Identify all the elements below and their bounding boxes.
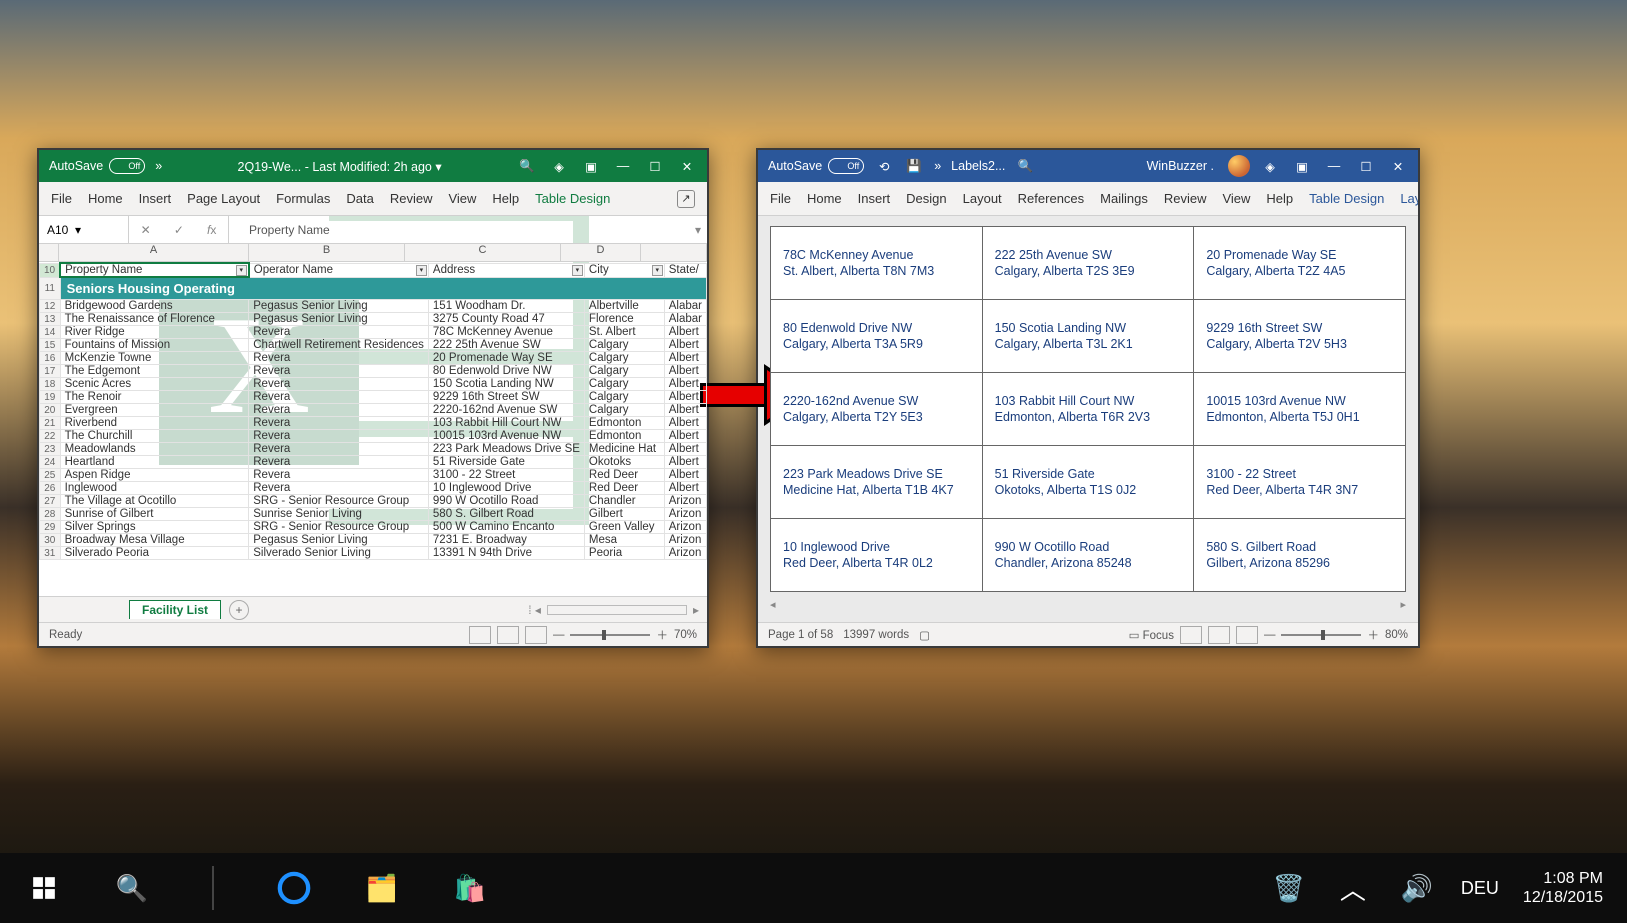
quick-access-more[interactable]: » <box>934 159 941 173</box>
tab-home[interactable]: Home <box>807 191 842 206</box>
quick-access-more[interactable]: » <box>155 159 162 173</box>
autosave-toggle[interactable]: AutoSave Off <box>49 158 145 174</box>
recycle-bin-icon[interactable]: 🗑️ <box>1269 868 1309 908</box>
tray-chevron-icon[interactable]: ︿ <box>1333 868 1373 908</box>
tab-help[interactable]: Help <box>1266 191 1293 206</box>
spellcheck-icon[interactable]: ▢ <box>919 628 930 642</box>
tab-view[interactable]: View <box>1222 191 1250 206</box>
zoom-slider[interactable]: — ＋ 70% <box>553 627 697 643</box>
tab-review[interactable]: Review <box>390 191 433 206</box>
minimize-button[interactable]: — <box>1324 159 1344 173</box>
account-name: WinBuzzer . <box>1045 159 1218 173</box>
tab-data[interactable]: Data <box>346 191 373 206</box>
autosave-toggle[interactable]: AutoSave Off <box>768 158 864 174</box>
maximize-button[interactable]: ☐ <box>1356 159 1376 174</box>
document-title: 2Q19-We... - Last Modified: 2h ago ▾ <box>172 159 507 174</box>
tab-view[interactable]: View <box>448 191 476 206</box>
app-mode-icon[interactable]: ▣ <box>581 159 601 174</box>
enter-icon[interactable]: ✓ <box>174 223 184 237</box>
formula-input[interactable]: Property Name <box>229 223 689 237</box>
store-icon[interactable]: 🛍️ <box>450 868 490 908</box>
diamond-icon[interactable]: ◈ <box>549 159 569 174</box>
spreadsheet-grid[interactable]: 10Property Name▾Operator Name▾Address▾Ci… <box>39 262 707 596</box>
view-print-icon[interactable] <box>1208 626 1230 644</box>
excel-ribbon[interactable]: File Home Insert Page Layout Formulas Da… <box>39 182 707 216</box>
tab-layout[interactable]: Layout <box>963 191 1002 206</box>
volume-icon[interactable]: 🔊 <box>1397 868 1437 908</box>
tab-table-design[interactable]: Table Design <box>1309 191 1384 206</box>
search-icon[interactable]: 🔍 <box>517 159 537 174</box>
add-sheet-button[interactable]: + <box>229 600 249 620</box>
word-count[interactable]: 13997 words <box>843 629 909 641</box>
name-box[interactable]: A10 ▾ <box>39 216 129 243</box>
fx-icon[interactable]: fx <box>207 223 216 237</box>
tab-insert[interactable]: Insert <box>858 191 891 206</box>
language-indicator[interactable]: DEU <box>1461 878 1499 899</box>
tab-file[interactable]: File <box>51 191 72 206</box>
taskbar[interactable]: 🔍 🗂️ 🛍️ 🗑️ ︿ 🔊 DEU 1:08 PM 12/18/2015 <box>0 853 1627 923</box>
tab-references[interactable]: References <box>1018 191 1084 206</box>
search-icon[interactable]: 🔍 <box>112 868 152 908</box>
excel-window[interactable]: X AutoSave Off » 2Q19-We... - Last Modif… <box>37 148 709 648</box>
status-text: Ready <box>49 629 82 641</box>
app-mode-icon[interactable]: ▣ <box>1292 159 1312 174</box>
autosave-label: AutoSave <box>49 159 103 173</box>
user-avatar[interactable] <box>1228 155 1250 177</box>
tab-mailings[interactable]: Mailings <box>1100 191 1148 206</box>
view-normal-icon[interactable] <box>469 626 491 644</box>
tab-help[interactable]: Help <box>492 191 519 206</box>
maximize-button[interactable]: ☐ <box>645 159 665 174</box>
tab-table-design[interactable]: Table Design <box>535 191 610 206</box>
tab-home[interactable]: Home <box>88 191 123 206</box>
document-title: Labels2... <box>951 159 1005 173</box>
word-document[interactable]: W 78C McKenney AvenueSt. Albert, Alberta… <box>758 216 1418 622</box>
diamond-icon[interactable]: ◈ <box>1260 159 1280 174</box>
search-icon[interactable]: 🔍 <box>1015 159 1035 174</box>
view-read-icon[interactable] <box>1180 626 1202 644</box>
sheet-tabs[interactable]: Facility List + ⁞ ◂ ▸ <box>39 596 707 622</box>
tab-review[interactable]: Review <box>1164 191 1207 206</box>
close-button[interactable]: ✕ <box>677 159 697 174</box>
excel-titlebar[interactable]: AutoSave Off » 2Q19-We... - Last Modifie… <box>39 150 707 182</box>
sheet-tab-facility-list[interactable]: Facility List <box>129 600 221 619</box>
edge-icon[interactable] <box>274 868 314 908</box>
tab-formulas[interactable]: Formulas <box>276 191 330 206</box>
focus-button[interactable]: ▭ Focus <box>1129 628 1174 642</box>
word-window[interactable]: AutoSave Off ⟲ 💾 » Labels2... 🔍 WinBuzze… <box>756 148 1420 648</box>
word-statusbar: Page 1 of 58 13997 words ▢ ▭ Focus — ＋ 8… <box>758 622 1418 646</box>
excel-statusbar: Ready — ＋ 70% <box>39 622 707 646</box>
view-page-break-icon[interactable] <box>525 626 547 644</box>
page-count[interactable]: Page 1 of 58 <box>768 629 833 641</box>
tab-file[interactable]: File <box>770 191 791 206</box>
close-button[interactable]: ✕ <box>1388 159 1408 174</box>
save-icon[interactable]: 💾 <box>904 159 924 174</box>
start-button[interactable] <box>24 868 64 908</box>
word-titlebar[interactable]: AutoSave Off ⟲ 💾 » Labels2... 🔍 WinBuzze… <box>758 150 1418 182</box>
column-headers[interactable]: A B C D <box>39 244 707 262</box>
tab-table-layout[interactable]: Layout <box>1400 191 1418 206</box>
view-page-layout-icon[interactable] <box>497 626 519 644</box>
tab-insert[interactable]: Insert <box>139 191 172 206</box>
tab-page-layout[interactable]: Page Layout <box>187 191 260 206</box>
minimize-button[interactable]: — <box>613 159 633 173</box>
tab-design[interactable]: Design <box>906 191 946 206</box>
word-ribbon[interactable]: File Home Insert Design Layout Reference… <box>758 182 1418 216</box>
view-web-icon[interactable] <box>1236 626 1258 644</box>
file-explorer-icon[interactable]: 🗂️ <box>362 868 402 908</box>
sync-icon[interactable]: ⟲ <box>874 159 894 174</box>
clock[interactable]: 1:08 PM 12/18/2015 <box>1523 869 1603 907</box>
cancel-icon[interactable]: ✕ <box>141 223 151 237</box>
share-button[interactable]: ↗ <box>677 190 695 208</box>
zoom-slider[interactable]: — ＋ 80% <box>1264 627 1408 643</box>
formula-bar: A10 ▾ ✕✓fx Property Name ▾ <box>39 216 707 244</box>
